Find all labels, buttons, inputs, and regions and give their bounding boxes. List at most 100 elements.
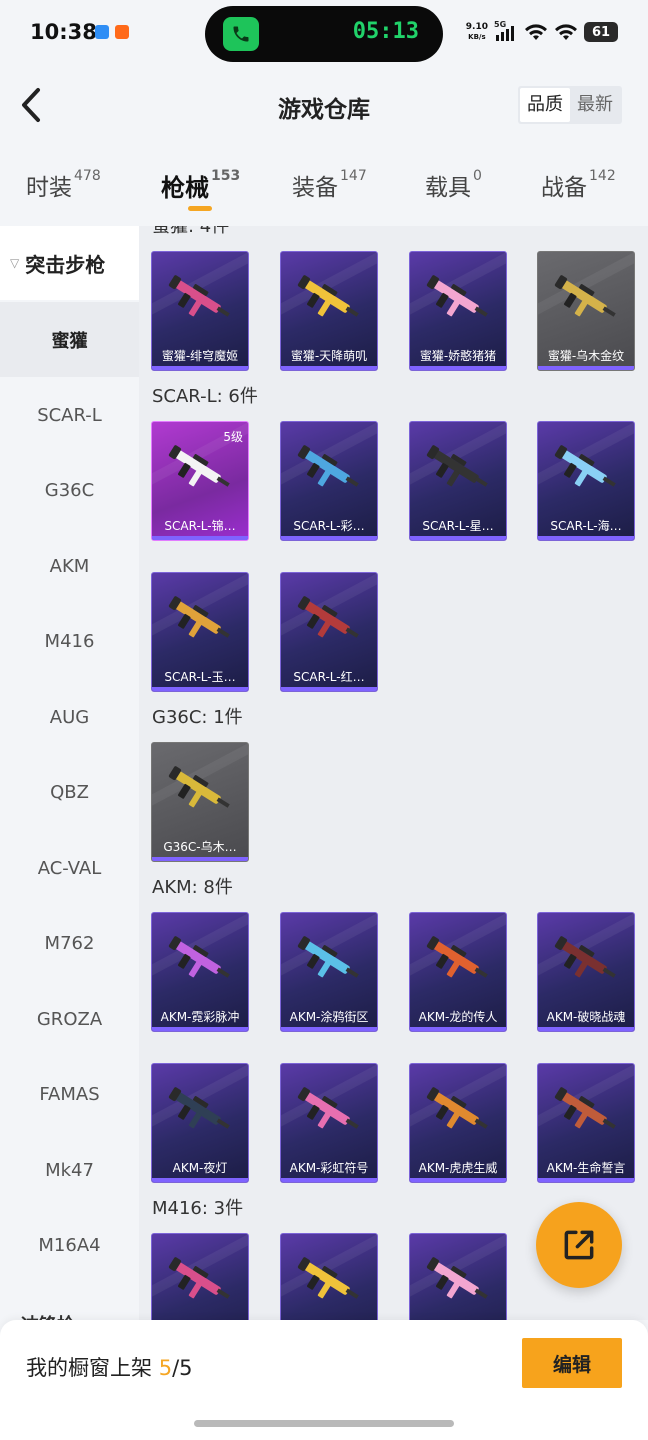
showcase-count: 我的橱窗上架 5/5 (26, 1356, 193, 1380)
sidebar-item-aug[interactable]: AUG (0, 680, 139, 755)
skin-card[interactable]: AKM-破晓战魂 (537, 912, 635, 1032)
skin-card[interactable]: 蜜獾-天降萌叽 (280, 251, 378, 371)
rarity-bar (152, 536, 248, 540)
sidebar-item-ac-val[interactable]: AC-VAL (0, 831, 139, 906)
active-tab-indicator (188, 206, 212, 211)
app-notification-icon (95, 25, 109, 39)
sidebar-group-smgs[interactable]: › 冲锋枪 (0, 1286, 139, 1321)
sidebar-item--[interactable]: 蜜獾 (0, 302, 139, 377)
skin-card[interactable]: AKM-虎虎生威 (409, 1063, 507, 1183)
skin-card[interactable]: AKM-霓彩脉冲 (151, 912, 249, 1032)
skin-name: AKM-霓彩脉冲 (160, 1010, 240, 1024)
skin-card[interactable]: AKM-夜灯 (151, 1063, 249, 1183)
skin-name: 蜜獾-娇憨猪猪 (419, 349, 497, 363)
external-link-icon (564, 1230, 594, 1260)
rifle-icon (297, 936, 359, 978)
card-level: 5级 (223, 430, 243, 444)
skin-name: SCAR-L-海… (550, 519, 622, 533)
network-speed: 9.10 KB/s (465, 22, 488, 41)
skin-name: 蜜獾-天降萌叽 (290, 349, 368, 363)
nav-header: 游戏仓库 品质 最新 (0, 70, 648, 140)
skin-name: SCAR-L-红… (293, 670, 365, 684)
rifle-icon (554, 275, 616, 317)
edit-button[interactable]: 编辑 (522, 1338, 622, 1388)
sidebar-item-mk47[interactable]: Mk47 (0, 1133, 139, 1208)
sort-option-quality[interactable]: 品质 (520, 88, 570, 122)
share-fab[interactable] (536, 1202, 622, 1288)
rarity-bar (538, 536, 634, 540)
rarity-bar (281, 1178, 377, 1182)
category-tabs: 时装 478 枪械 153 装备 147 载具 0 战备 142 (0, 140, 648, 226)
showcase-bar: 我的橱窗上架 5/5 编辑 (0, 1320, 648, 1440)
skin-card[interactable]: SCAR-L-彩… (280, 421, 378, 541)
skin-card[interactable]: G36C-乌木… (151, 742, 249, 862)
sidebar-item-m762[interactable]: M762 (0, 906, 139, 981)
tab-equipment[interactable]: 装备 147 (292, 168, 367, 202)
rifle-icon (426, 936, 488, 978)
sidebar-item-akm[interactable]: AKM (0, 529, 139, 604)
sidebar-item-groza[interactable]: GROZA (0, 982, 139, 1057)
section-label: SCAR-L: 6件 (152, 386, 258, 407)
phone-icon (223, 17, 259, 51)
dynamic-island-call[interactable]: 05:13 (205, 6, 443, 62)
sidebar-item-m16a4[interactable]: M16A4 (0, 1208, 139, 1283)
sidebar-item-scar-l[interactable]: SCAR-L (0, 378, 139, 453)
skin-name: AKM-破晓战魂 (546, 1010, 626, 1024)
skin-card[interactable] (409, 1233, 507, 1320)
rarity-bar (152, 1178, 248, 1182)
rifle-icon (554, 445, 616, 487)
tab-fashion[interactable]: 时装 478 (26, 168, 101, 202)
tab-vehicles[interactable]: 载具 0 (425, 168, 482, 202)
skin-card[interactable]: 蜜獾-娇憨猪猪 (409, 251, 507, 371)
sidebar-item-m416[interactable]: M416 (0, 604, 139, 679)
sidebar-item-g36c[interactable]: G36C (0, 453, 139, 528)
skin-grid: 蜜獾: 4件 蜜獾-绯穹魔姬 蜜獾-天降萌叽 蜜獾-娇憨猪猪 蜜獾-乌木金纹 SCAR-L… (139, 226, 648, 1320)
rifle-icon (426, 1087, 488, 1129)
rarity-bar (410, 366, 506, 370)
skin-name: AKM-彩虹符号 (289, 1161, 369, 1175)
skin-card[interactable]: 5级 SCAR-L-锦… (151, 421, 249, 541)
sidebar-item-famas[interactable]: FAMAS (0, 1057, 139, 1132)
rifle-icon (168, 766, 230, 808)
skin-card[interactable]: SCAR-L-星… (409, 421, 507, 541)
skin-name: AKM-生命誓言 (546, 1161, 626, 1175)
skin-card[interactable]: AKM-龙的传人 (409, 912, 507, 1032)
skin-name: SCAR-L-玉… (164, 670, 236, 684)
tab-firearms[interactable]: 枪械 153 (161, 168, 240, 203)
skin-card[interactable]: SCAR-L-红… (280, 572, 378, 692)
skin-name: AKM-龙的传人 (418, 1010, 498, 1024)
app-notification-icon (115, 25, 129, 39)
chevron-left-icon (22, 88, 40, 122)
rarity-bar (410, 1027, 506, 1031)
rarity-bar (281, 1027, 377, 1031)
rarity-bar (152, 1027, 248, 1031)
status-bar: 10:38 05:13 9.10 KB/s 5G 61 (0, 0, 648, 70)
skin-card[interactable] (151, 1233, 249, 1320)
skin-card[interactable]: SCAR-L-玉… (151, 572, 249, 692)
sort-toggle[interactable]: 品质 最新 (518, 86, 622, 124)
skin-card[interactable] (280, 1233, 378, 1320)
skin-card[interactable]: SCAR-L-海… (537, 421, 635, 541)
skin-card[interactable]: AKM-涂鸦街区 (280, 912, 378, 1032)
back-button[interactable] (16, 86, 46, 124)
section-label: AKM: 8件 (152, 877, 233, 898)
skin-card[interactable]: AKM-彩虹符号 (280, 1063, 378, 1183)
skin-card[interactable]: 蜜獾-绯穹魔姬 (151, 251, 249, 371)
sidebar-group-assault-rifles[interactable]: ▽ 突击步枪 (0, 226, 139, 300)
rarity-bar (410, 536, 506, 540)
rarity-bar (152, 857, 248, 861)
skin-card[interactable]: AKM-生命誓言 (537, 1063, 635, 1183)
rifle-icon (168, 275, 230, 317)
skin-name: SCAR-L-锦… (164, 519, 236, 533)
rarity-bar (152, 366, 248, 370)
tab-supplies[interactable]: 战备 142 (541, 168, 616, 202)
signal-icon: 5G (494, 20, 518, 42)
sort-option-newest[interactable]: 最新 (570, 88, 620, 122)
rarity-bar (281, 366, 377, 370)
skin-card[interactable]: 蜜獾-乌木金纹 (537, 251, 635, 371)
skin-name: 蜜獾-乌木金纹 (547, 349, 625, 363)
rifle-icon (168, 596, 230, 638)
sidebar-item-qbz[interactable]: QBZ (0, 755, 139, 830)
home-indicator[interactable] (194, 1420, 454, 1427)
skin-name: AKM-夜灯 (172, 1161, 228, 1175)
